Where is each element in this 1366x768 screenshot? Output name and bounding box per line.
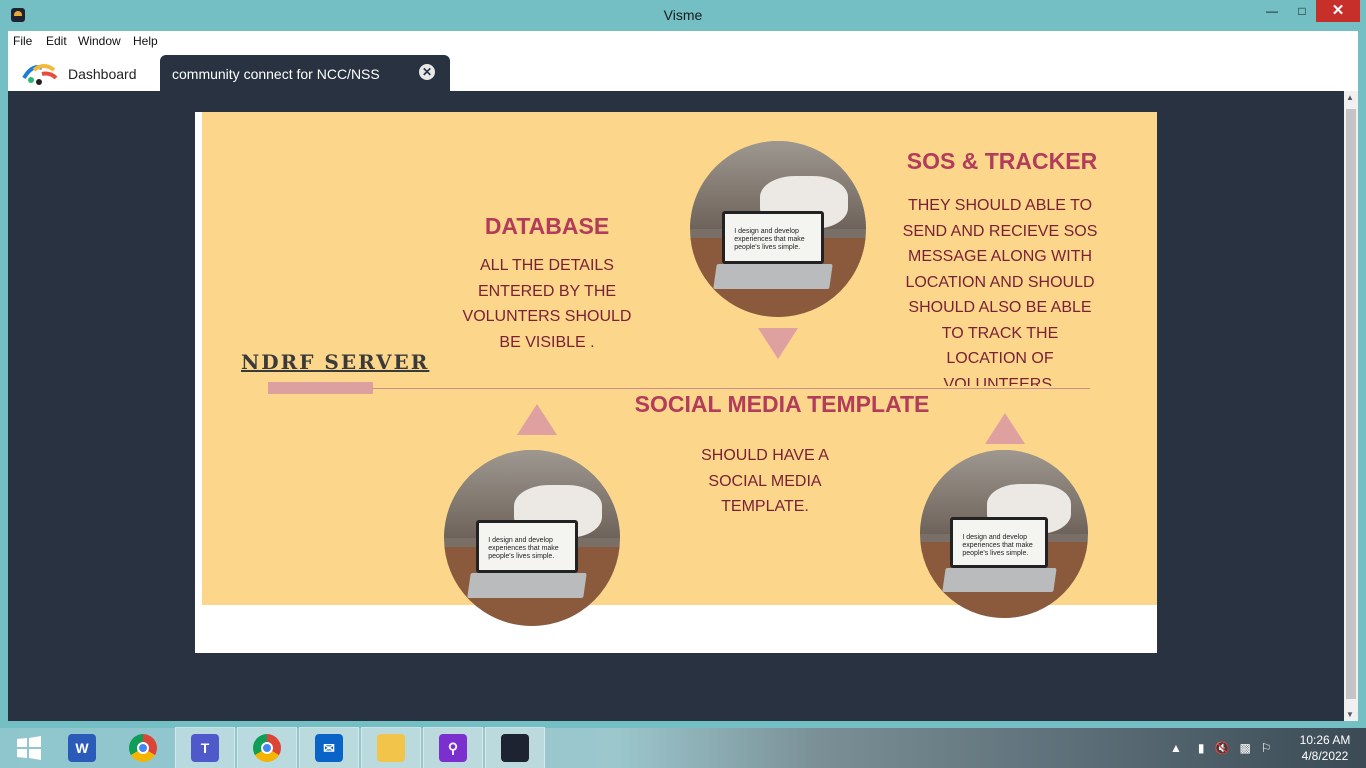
vertical-scrollbar[interactable]: ▲ ▼	[1344, 91, 1358, 721]
sos-text[interactable]: THEY SHOULD ABLE TO SEND AND RECIEVE SOS…	[900, 193, 1100, 386]
chrome-profile-icon	[253, 734, 281, 762]
photo-screen-text: I design and develop experiences that ma…	[488, 537, 559, 561]
taskbar-word[interactable]: W	[53, 728, 111, 768]
photo-screen-text: I design and develop experiences that ma…	[734, 228, 805, 252]
menu-help[interactable]: Help	[133, 34, 158, 48]
scroll-thumb[interactable]	[1346, 109, 1356, 699]
taskbar-teams[interactable]: T	[175, 727, 235, 768]
photo-screen-text: I design and develop experiences that ma…	[962, 533, 1033, 557]
menu-file[interactable]: File	[13, 34, 32, 48]
tab-dashboard-label: Dashboard	[68, 65, 137, 82]
database-text[interactable]: ALL THE DETAILS ENTERED BY THE VOLUNTERS…	[457, 253, 637, 355]
menu-window[interactable]: Window	[78, 34, 121, 48]
triangle-up-icon	[517, 404, 557, 435]
clock-date: 4/8/2022	[1301, 749, 1349, 763]
scroll-up-icon[interactable]: ▲	[1346, 93, 1354, 102]
laptop-photo[interactable]: I design and develop experiences that ma…	[920, 450, 1088, 618]
taskbar-chrome[interactable]	[114, 728, 172, 768]
menu-edit[interactable]: Edit	[46, 34, 67, 48]
sos-heading[interactable]: SOS & TRACKER	[902, 148, 1102, 175]
battery-icon[interactable]: ▮	[1198, 741, 1205, 755]
slide-canvas[interactable]: NDRF SERVER DATABASE ALL THE DETAILS ENT…	[195, 112, 1157, 653]
notification-icon[interactable]: ⚐	[1261, 741, 1272, 755]
system-tray: ▲ ▮ 🔇 ▩ ⚐	[1170, 728, 1272, 768]
teams-icon: T	[191, 734, 219, 762]
clock-time: 10:26 AM	[1299, 733, 1351, 747]
taskbar-mail[interactable]: ✉	[299, 727, 359, 768]
tab-close-icon[interactable]: ✕	[419, 64, 435, 80]
triangle-down-icon	[758, 328, 798, 359]
tab-project[interactable]: community connect for NCC/NSS ✕	[160, 55, 450, 91]
taskbar-visme[interactable]	[485, 727, 545, 768]
mail-icon: ✉	[315, 734, 343, 762]
ndrf-accent-bar	[268, 382, 373, 394]
app-window: File Edit Window Help Dashboard communit…	[8, 31, 1358, 721]
ndrf-server-label[interactable]: NDRF SERVER	[241, 350, 429, 374]
timeline-line	[372, 388, 1090, 389]
taskbar-search-app[interactable]: ⚲	[423, 727, 483, 768]
menu-bar: File Edit Window Help	[8, 31, 1358, 53]
taskbar-chrome-profile[interactable]	[237, 727, 297, 768]
social-heading[interactable]: SOCIAL MEDIA TEMPLATE	[632, 391, 932, 418]
title-bar: Visme — □ ✕	[0, 0, 1366, 31]
start-button[interactable]	[0, 728, 58, 768]
laptop-photo[interactable]: I design and develop experiences that ma…	[690, 141, 866, 317]
tray-chevron-icon[interactable]: ▲	[1170, 741, 1182, 755]
triangle-up-icon	[985, 413, 1025, 444]
scroll-down-icon[interactable]: ▼	[1346, 710, 1354, 719]
window-title: Visme	[663, 7, 703, 23]
database-heading[interactable]: DATABASE	[447, 213, 647, 240]
taskbar-explorer[interactable]	[361, 727, 421, 768]
tab-dashboard[interactable]: Dashboard	[22, 56, 137, 91]
chrome-icon	[129, 734, 157, 762]
taskbar: W T ✉ ⚲ ▲ ▮ 🔇 ▩ ⚐ 10:26 AM 4/8/2022	[0, 727, 1366, 768]
slide[interactable]: NDRF SERVER DATABASE ALL THE DETAILS ENT…	[202, 112, 1157, 626]
laptop-photo[interactable]: I design and develop experiences that ma…	[444, 450, 620, 626]
windows-start-icon	[17, 736, 41, 760]
close-button[interactable]: ✕	[1316, 0, 1360, 22]
word-icon: W	[68, 734, 96, 762]
volume-muted-icon[interactable]: 🔇	[1215, 741, 1230, 755]
network-icon[interactable]: ▩	[1239, 741, 1250, 755]
visme-logo-icon	[22, 62, 58, 86]
tab-project-label: community connect for NCC/NSS	[172, 66, 380, 82]
visme-icon	[501, 734, 529, 762]
social-text[interactable]: SHOULD HAVE A SOCIAL MEDIA TEMPLATE.	[695, 443, 835, 520]
search-app-icon: ⚲	[439, 734, 467, 762]
file-explorer-icon	[377, 734, 405, 762]
clock[interactable]: 10:26 AM 4/8/2022	[1290, 732, 1360, 764]
tab-bar: Dashboard community connect for NCC/NSS …	[8, 53, 1358, 91]
